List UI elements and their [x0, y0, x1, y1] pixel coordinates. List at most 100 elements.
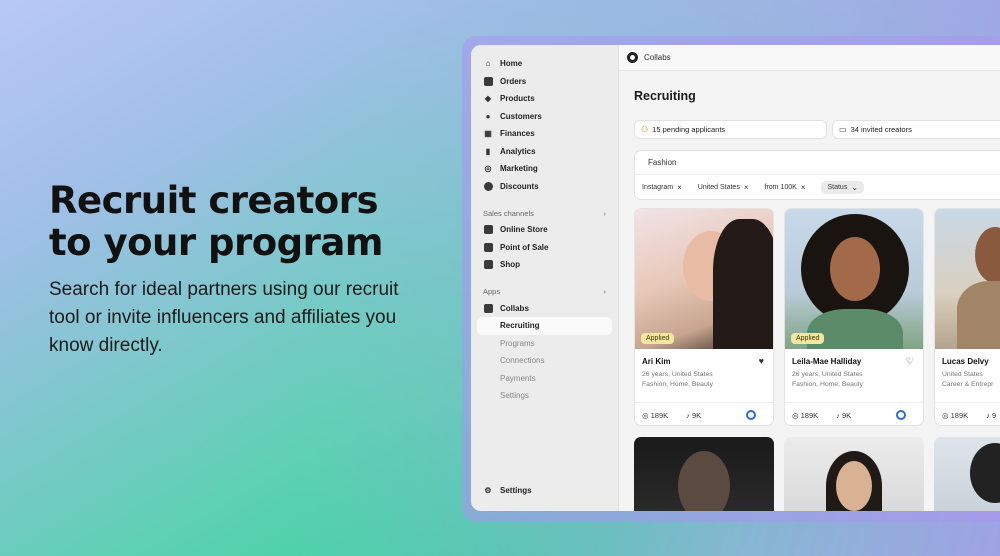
chip-label: Instagram [642, 183, 674, 191]
main-content: Collabs Recruiting ⚇ 15 pending applican… [619, 45, 1000, 511]
creator-photo: Applied [785, 209, 923, 349]
chip-label: from 100K [764, 183, 797, 191]
home-icon: ⌂ [485, 59, 491, 69]
sidebar-item-analytics[interactable]: ▮ Analytics [471, 143, 618, 161]
sidebar-item-collabs[interactable]: Collabs [471, 300, 618, 318]
sidebar-item-label: Collabs [500, 303, 529, 313]
sidebar-item-orders[interactable]: Orders [471, 73, 618, 91]
collabs-icon [483, 303, 493, 313]
bank-icon: ▦ [484, 129, 492, 139]
sidebar-item-settings[interactable]: ⚙ Settings [471, 482, 532, 500]
tiktok-count: 9 [992, 410, 997, 420]
creator-categories: Career & Entrepr [942, 381, 994, 388]
creator-card[interactable]: Applied Leila-Mae Halliday ♡ 26 years, U… [784, 208, 924, 426]
creator-meta: 26 years, United States Fashion, Home, B… [785, 370, 923, 390]
close-icon[interactable]: × [677, 183, 682, 192]
creator-photo[interactable] [784, 437, 924, 511]
sidebar-item-discounts[interactable]: Discounts [471, 178, 618, 196]
creator-card[interactable]: Lucas Delvy United States Career & Entre… [934, 208, 1000, 426]
filter-chip-country[interactable]: United States × [698, 183, 749, 192]
creator-categories: Fashion, Home, Beauty [792, 381, 864, 388]
sidebar-item-label: Finances [500, 129, 535, 139]
face-shape [836, 461, 872, 511]
person-add-icon: ⚇ [641, 125, 649, 134]
face-shape [830, 237, 880, 301]
sidebar-item-shop[interactable]: Shop [471, 256, 618, 274]
creator-card[interactable]: Applied Ari Kim ♥ 26 years, United State… [634, 208, 774, 426]
sidebar-item-label: Settings [500, 485, 532, 495]
pending-applicants-button[interactable]: ⚇ 15 pending applicants [634, 120, 827, 139]
sidebar-item-finances[interactable]: ▦ Finances [471, 125, 618, 143]
heart-icon[interactable]: ♡ [906, 356, 914, 367]
creator-age-location: 26 years, United States [642, 371, 713, 378]
target-icon: ◎ [484, 164, 492, 174]
chip-label: United States [697, 183, 740, 191]
page-title: Recruiting [634, 89, 696, 103]
tiktok-stat: ♪ 9K [836, 410, 852, 420]
creator-photo[interactable] [934, 437, 1000, 511]
discount-icon [483, 181, 493, 191]
app-window: ⌂ Home Orders ◆ Products ● Customers ▦ Finan… [471, 45, 1000, 511]
orders-icon [483, 76, 493, 86]
tiktok-stat: ♪ 9K [686, 410, 702, 420]
sidebar-item-label: Analytics [500, 146, 536, 156]
sidebar-item-label: Discounts [500, 181, 539, 191]
creator-age-location: United States [942, 371, 983, 378]
creator-meta: 26 years, United States Fashion, Home, B… [635, 370, 773, 390]
creator-meta: United States Career & Entrepr [935, 370, 1000, 390]
sidebar: ⌂ Home Orders ◆ Products ● Customers ▦ Finan… [471, 45, 619, 511]
sidebar-item-label: Online Store [500, 225, 548, 235]
collabs-logo-icon [627, 52, 638, 63]
creator-categories: Fashion, Home, Beauty [642, 381, 714, 388]
hero-subtitle: Search for ideal partners using our recr… [49, 279, 399, 356]
topbar-title: Collabs [644, 53, 671, 62]
tiktok-count: 9K [692, 410, 702, 420]
sidebar-subitem-settings[interactable]: Settings [471, 387, 618, 405]
creator-photo[interactable] [634, 437, 774, 511]
sidebar-item-home[interactable]: ⌂ Home [471, 55, 618, 73]
section-label: Sales channels [483, 208, 534, 218]
instagram-count: 189K [800, 410, 819, 420]
sales-channels-header[interactable]: Sales channels › [471, 205, 618, 221]
status-dropdown[interactable]: Status ⌄ [821, 180, 865, 194]
creator-photo: Applied [635, 209, 773, 349]
shopify-collabs-icon [896, 410, 906, 420]
search-input[interactable]: Fashion [635, 151, 1000, 175]
face-shape [678, 451, 730, 511]
sidebar-subitem-recruiting[interactable]: Recruiting [477, 317, 612, 335]
chat-icon: ▭ [839, 125, 847, 134]
sidebar-item-label: Home [500, 59, 523, 69]
status-badge: Applied [641, 333, 675, 344]
apps-header[interactable]: Apps › [471, 284, 618, 300]
store-icon [483, 225, 493, 235]
tiktok-count: 9K [842, 410, 852, 420]
heart-icon[interactable]: ♥ [759, 356, 764, 366]
close-icon[interactable]: × [801, 183, 806, 192]
pos-icon [483, 242, 493, 252]
sidebar-subitem-programs[interactable]: Programs [471, 335, 618, 353]
shirt-shape [957, 281, 1000, 349]
sidebar-item-label: Shop [500, 260, 520, 270]
status-badge: Applied [791, 333, 825, 344]
sidebar-subitem-payments[interactable]: Payments [471, 370, 618, 388]
sidebar-item-point-of-sale[interactable]: Point of Sale [471, 239, 618, 257]
filter-chip-instagram[interactable]: Instagram × [642, 183, 682, 192]
creator-stats: ◎ 189K ♪ 9K [785, 402, 923, 425]
instagram-stat: ◎ 189K [942, 410, 969, 420]
hero: Recruit creators to your program Search … [49, 180, 429, 360]
sidebar-item-products[interactable]: ◆ Products [471, 90, 618, 108]
hero-title: Recruit creators to your program [49, 179, 383, 264]
sidebar-item-marketing[interactable]: ◎ Marketing [471, 160, 618, 178]
sidebar-item-customers[interactable]: ● Customers [471, 108, 618, 126]
sidebar-subitem-connections[interactable]: Connections [471, 352, 618, 370]
sidebar-item-label: Marketing [500, 164, 538, 174]
invited-label: 34 invited creators [850, 125, 912, 134]
chip-label: Status [827, 183, 848, 191]
instagram-stat: ◎ 189K [792, 410, 819, 420]
creator-stats: ◎ 189K ♪ 9 [935, 402, 1000, 425]
creator-name: Leila-Mae Halliday [792, 357, 862, 366]
filter-chip-followers[interactable]: from 100K × [765, 183, 806, 192]
invited-creators-button[interactable]: ▭ 34 invited creators [832, 120, 1000, 139]
sidebar-item-online-store[interactable]: Online Store [471, 221, 618, 239]
close-icon[interactable]: × [744, 183, 749, 192]
